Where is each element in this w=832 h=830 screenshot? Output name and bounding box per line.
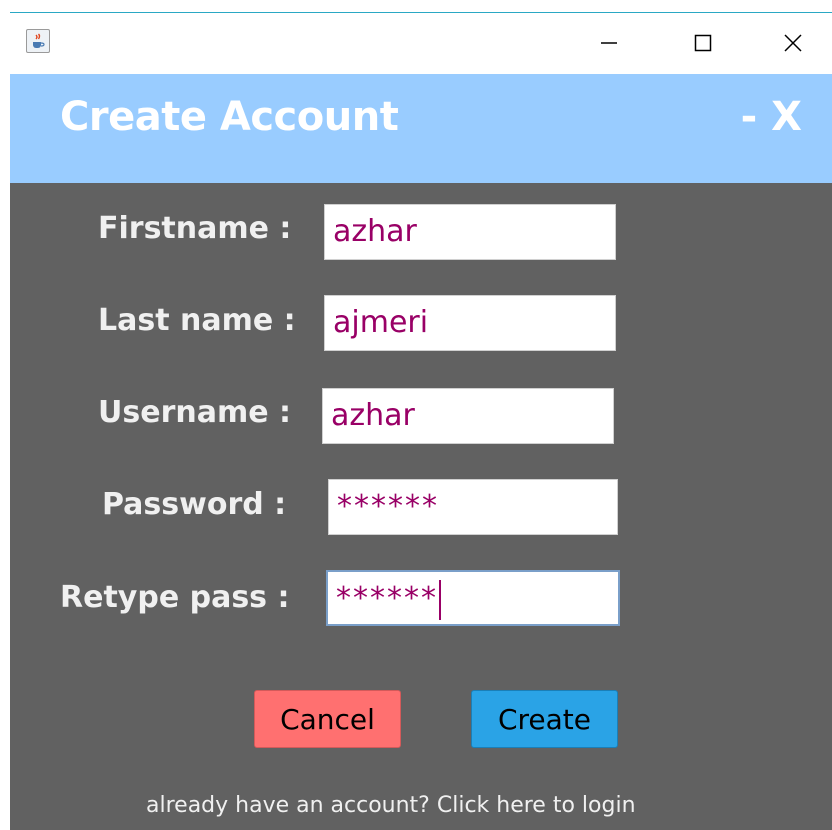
cancel-button[interactable]: Cancel (254, 690, 401, 748)
minimize-button[interactable] (586, 23, 632, 63)
firstname-value: azhar (333, 214, 417, 249)
header-close-button[interactable]: - X (741, 94, 802, 140)
minimize-icon (601, 42, 617, 44)
password-label: Password : (102, 487, 287, 522)
retype-password-value: ****** (336, 581, 438, 616)
maximize-button[interactable] (680, 23, 726, 63)
username-label: Username : (98, 395, 292, 430)
username-input[interactable]: azhar (322, 388, 614, 444)
header-bar: Create Account - X (10, 74, 832, 183)
firstname-input[interactable]: azhar (324, 204, 616, 260)
maximize-icon (694, 34, 712, 52)
close-window-button[interactable] (770, 23, 816, 63)
retype-password-label: Retype pass : (60, 580, 290, 615)
retype-password-input[interactable]: ****** (326, 570, 620, 626)
lastname-input[interactable]: ajmeri (324, 295, 616, 351)
window-titlebar[interactable] (10, 13, 832, 74)
app-window: Create Account - X Firstname : azhar Las… (10, 12, 832, 830)
login-link[interactable]: already have an account? Click here to l… (146, 793, 636, 818)
page-title: Create Account (60, 94, 399, 140)
lastname-label: Last name : (98, 303, 296, 338)
password-value: ****** (337, 489, 439, 524)
create-button[interactable]: Create (471, 690, 618, 748)
firstname-label: Firstname : (98, 211, 292, 246)
close-icon (784, 34, 802, 52)
text-caret (439, 579, 441, 620)
password-input[interactable]: ****** (328, 479, 618, 535)
lastname-value: ajmeri (333, 305, 429, 340)
form-panel: Firstname : azhar Last name : ajmeri Use… (10, 183, 832, 830)
java-cup-icon (26, 29, 50, 53)
username-value: azhar (331, 398, 415, 433)
